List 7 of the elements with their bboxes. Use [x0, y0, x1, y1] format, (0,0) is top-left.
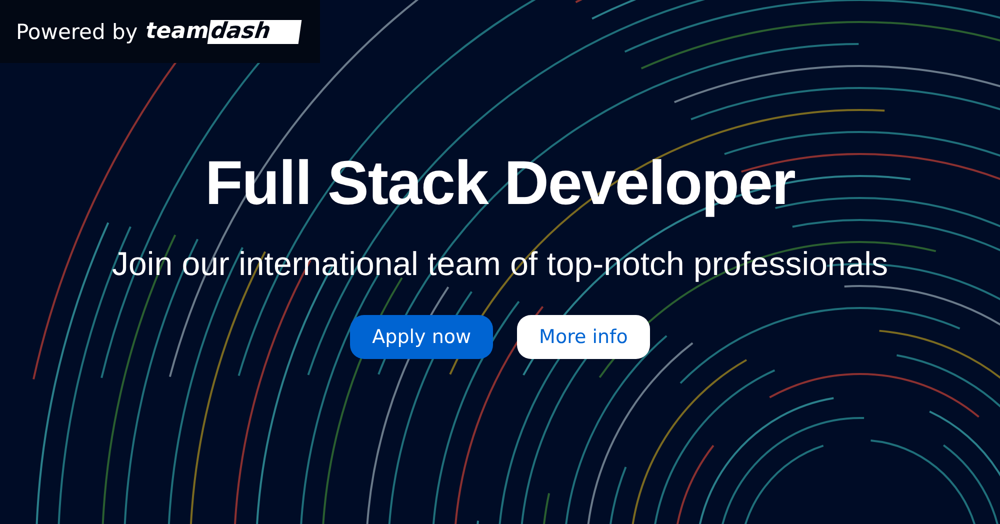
info-button[interactable]: More info	[517, 315, 650, 359]
subtitle: Join our international team of top-notch professionals	[112, 245, 888, 283]
powered-by-text: Powered by	[16, 20, 138, 44]
logo-text: team	[146, 19, 209, 44]
apply-button[interactable]: Apply now	[350, 315, 494, 359]
logo-highlight: dash	[207, 20, 302, 44]
job-title: Full Stack Developer	[205, 148, 795, 219]
